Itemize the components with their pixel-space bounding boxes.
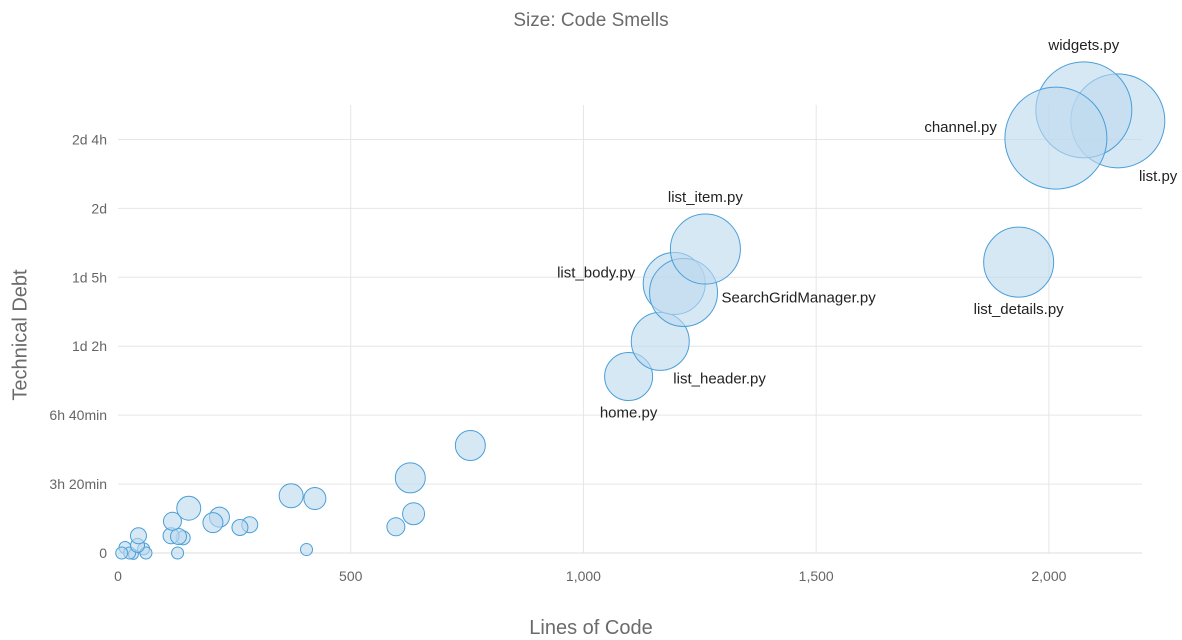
bubble xyxy=(386,517,406,537)
bubble-label: SearchGridManager.py xyxy=(722,289,877,306)
x-tick-label: 2,000 xyxy=(1031,568,1066,584)
bubble-label: widgets.py xyxy=(1047,37,1119,54)
bubble-label: list_header.py xyxy=(673,370,766,387)
bubble xyxy=(402,502,426,526)
bubble xyxy=(454,429,486,461)
x-tick-label: 1,500 xyxy=(799,568,834,584)
bubble-label: list.py xyxy=(1139,168,1178,185)
y-axis-title: Technical Debt xyxy=(9,269,32,401)
x-tick-label: 1,000 xyxy=(566,568,601,584)
y-tick-label: 6h 40min xyxy=(49,407,107,423)
y-tick-label: 2d 4h xyxy=(72,131,107,147)
x-tick-label: 0 xyxy=(114,568,122,584)
bubble xyxy=(983,226,1055,298)
y-tick-label: 1d 2h xyxy=(72,338,107,354)
bubble-label: list_item.py xyxy=(668,189,744,206)
bubble xyxy=(171,546,185,560)
y-tick-label: 3h 20min xyxy=(49,476,107,492)
bubble xyxy=(115,546,129,560)
bubble xyxy=(394,462,426,494)
bubble xyxy=(303,487,327,511)
x-axis-title: Lines of Code xyxy=(529,617,653,639)
bubble-chart: 0 500 1,000 1,500 2,000 0 3h 20min 6h 40min 1d 2… xyxy=(49,37,1178,584)
y-tick-label: 0 xyxy=(99,545,107,561)
x-tick-label: 500 xyxy=(339,568,363,584)
bubble xyxy=(278,483,304,509)
bubble xyxy=(669,213,741,285)
y-tick-label: 2d xyxy=(91,200,107,216)
bubble xyxy=(231,518,249,536)
bubble xyxy=(300,543,314,557)
bubble xyxy=(202,512,224,534)
bubble xyxy=(129,527,147,545)
bubble-label: list_details.py xyxy=(974,301,1065,318)
bubble-label: home.py xyxy=(600,405,658,422)
bubble xyxy=(170,527,188,545)
y-tick-label: 1d 5h xyxy=(72,269,107,285)
bubble xyxy=(176,495,202,521)
bubble xyxy=(1004,86,1108,190)
bubble-label: channel.py xyxy=(924,119,997,136)
bubble-label: list_body.py xyxy=(557,265,636,282)
